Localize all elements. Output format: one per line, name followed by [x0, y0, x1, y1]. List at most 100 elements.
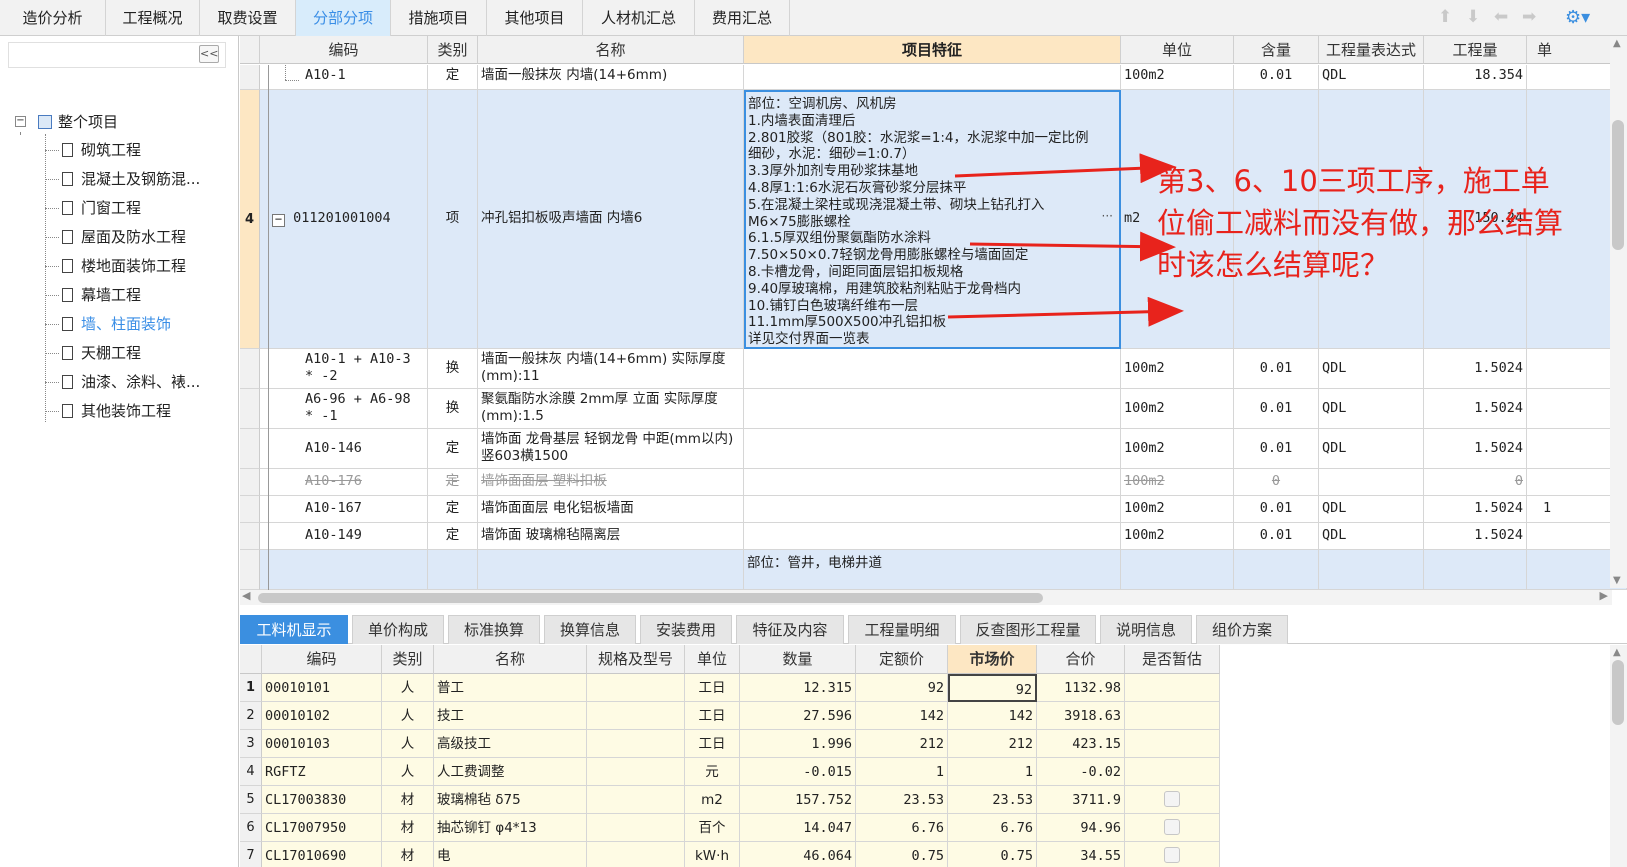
- tab-pricing-plan[interactable]: 组价方案: [1196, 615, 1288, 644]
- cell-type[interactable]: 材: [382, 842, 434, 867]
- cell-unit[interactable]: kW·h: [685, 842, 740, 867]
- tab-features-content[interactable]: 特征及内容: [736, 615, 844, 644]
- tab-unit-price-composition[interactable]: 单价构成: [352, 615, 444, 644]
- cell-total[interactable]: 94.96: [1037, 814, 1125, 842]
- provisional-checkbox[interactable]: [1164, 819, 1180, 835]
- vertical-scroll-thumb[interactable]: [1612, 660, 1624, 725]
- cell-name[interactable]: 人工费调整: [434, 758, 587, 786]
- cell-spec[interactable]: [587, 758, 685, 786]
- cell-price[interactable]: 142: [856, 702, 948, 730]
- cell-unit[interactable]: 百个: [685, 814, 740, 842]
- cell-total[interactable]: 3711.9: [1037, 786, 1125, 814]
- cell-type[interactable]: 人: [382, 702, 434, 730]
- cell-code[interactable]: CL17010690: [262, 842, 382, 867]
- cell-spec[interactable]: [587, 702, 685, 730]
- tab-standard-conversion[interactable]: 标准换算: [448, 615, 540, 644]
- cell-market[interactable]: 0.75: [948, 842, 1037, 867]
- cell-type[interactable]: 人: [382, 758, 434, 786]
- tab-reverse-lookup[interactable]: 反查图形工程量: [960, 615, 1096, 644]
- cell-market[interactable]: 1: [948, 758, 1037, 786]
- row-number[interactable]: 3: [240, 730, 262, 758]
- cell-total[interactable]: 3918.63: [1037, 702, 1125, 730]
- cell-provisional[interactable]: [1125, 674, 1220, 702]
- cell-qty[interactable]: 12.315: [740, 674, 856, 702]
- cell-market[interactable]: 142: [948, 702, 1037, 730]
- tab-labor-material-display[interactable]: 工料机显示: [240, 615, 348, 644]
- tab-conversion-info[interactable]: 换算信息: [544, 615, 636, 644]
- row-number[interactable]: 5: [240, 786, 262, 814]
- row-number[interactable]: 1: [240, 674, 262, 702]
- cell-unit[interactable]: 工日: [685, 702, 740, 730]
- cell-total[interactable]: -0.02: [1037, 758, 1125, 786]
- cell-total[interactable]: 1132.98: [1037, 674, 1125, 702]
- cell-name[interactable]: 玻璃棉毡 δ75: [434, 786, 587, 814]
- cell-qty[interactable]: 157.752: [740, 786, 856, 814]
- cell-unit[interactable]: 工日: [685, 674, 740, 702]
- cell-code[interactable]: 00010101: [262, 674, 382, 702]
- cell-provisional[interactable]: [1125, 786, 1220, 814]
- cell-price[interactable]: 1: [856, 758, 948, 786]
- cell-provisional[interactable]: [1125, 702, 1220, 730]
- cell-type[interactable]: 人: [382, 674, 434, 702]
- cell-code[interactable]: CL17007950: [262, 814, 382, 842]
- cell-market[interactable]: 212: [948, 730, 1037, 758]
- cell-provisional[interactable]: [1125, 842, 1220, 867]
- cell-spec[interactable]: [587, 814, 685, 842]
- row-number[interactable]: 7: [240, 842, 262, 867]
- cell-spec[interactable]: [587, 674, 685, 702]
- provisional-checkbox[interactable]: [1164, 847, 1180, 863]
- vertical-scroll-thumb[interactable]: [1612, 120, 1624, 250]
- scroll-down-icon[interactable]: ▼: [1613, 575, 1621, 586]
- col-header-provisional[interactable]: 是否暂估: [1125, 645, 1220, 674]
- scroll-left-icon[interactable]: ◀: [242, 589, 250, 602]
- cell-spec[interactable]: [587, 730, 685, 758]
- row-number[interactable]: 6: [240, 814, 262, 842]
- cell-provisional[interactable]: [1125, 730, 1220, 758]
- col-header-qty[interactable]: 数量: [740, 645, 856, 674]
- tab-notes[interactable]: 说明信息: [1100, 615, 1192, 644]
- cell-name[interactable]: 抽芯铆钉 φ4*13: [434, 814, 587, 842]
- cell-type[interactable]: 材: [382, 786, 434, 814]
- scroll-right-icon[interactable]: ▶: [1600, 589, 1608, 602]
- cell-code[interactable]: RGFTZ: [262, 758, 382, 786]
- cell-qty[interactable]: 27.596: [740, 702, 856, 730]
- tab-install-fee[interactable]: 安装费用: [640, 615, 732, 644]
- provisional-checkbox[interactable]: [1164, 791, 1180, 807]
- col-header-code[interactable]: 编码: [262, 645, 382, 674]
- col-header-spec[interactable]: 规格及型号: [587, 645, 685, 674]
- cell-spec[interactable]: [587, 842, 685, 867]
- cell-spec[interactable]: [587, 786, 685, 814]
- cell-market[interactable]: 6.76: [948, 814, 1037, 842]
- cell-market[interactable]: 23.53: [948, 786, 1037, 814]
- cell-type[interactable]: 人: [382, 730, 434, 758]
- col-header-quota-price[interactable]: 定额价: [856, 645, 948, 674]
- col-header-unit[interactable]: 单位: [685, 645, 740, 674]
- col-header-total[interactable]: 合价: [1037, 645, 1125, 674]
- row-number[interactable]: 4: [240, 758, 262, 786]
- cell-code[interactable]: 00010103: [262, 730, 382, 758]
- row-number[interactable]: 2: [240, 702, 262, 730]
- cell-provisional[interactable]: [1125, 758, 1220, 786]
- cell-price[interactable]: 212: [856, 730, 948, 758]
- vertical-scrollbar[interactable]: ▲ ▼: [1610, 36, 1627, 588]
- cell-qty[interactable]: -0.015: [740, 758, 856, 786]
- scroll-up-icon[interactable]: ▲: [1613, 647, 1621, 658]
- cell-price[interactable]: 0.75: [856, 842, 948, 867]
- scroll-up-icon[interactable]: ▲: [1613, 38, 1621, 49]
- cell-qty[interactable]: 14.047: [740, 814, 856, 842]
- cell-code[interactable]: 00010102: [262, 702, 382, 730]
- cell-name[interactable]: 技工: [434, 702, 587, 730]
- cell-unit[interactable]: 元: [685, 758, 740, 786]
- tab-quantity-detail[interactable]: 工程量明细: [848, 615, 956, 644]
- cell-market[interactable]: 92: [948, 674, 1037, 702]
- cell-unit[interactable]: m2: [685, 786, 740, 814]
- cell-price[interactable]: 6.76: [856, 814, 948, 842]
- cell-total[interactable]: 34.55: [1037, 842, 1125, 867]
- cell-name[interactable]: 高级技工: [434, 730, 587, 758]
- cell-name[interactable]: 电: [434, 842, 587, 867]
- col-header-market-price[interactable]: 市场价: [948, 645, 1037, 674]
- cell-qty[interactable]: 1.996: [740, 730, 856, 758]
- cell-code[interactable]: CL17003830: [262, 786, 382, 814]
- cell-price[interactable]: 23.53: [856, 786, 948, 814]
- cell-total[interactable]: 423.15: [1037, 730, 1125, 758]
